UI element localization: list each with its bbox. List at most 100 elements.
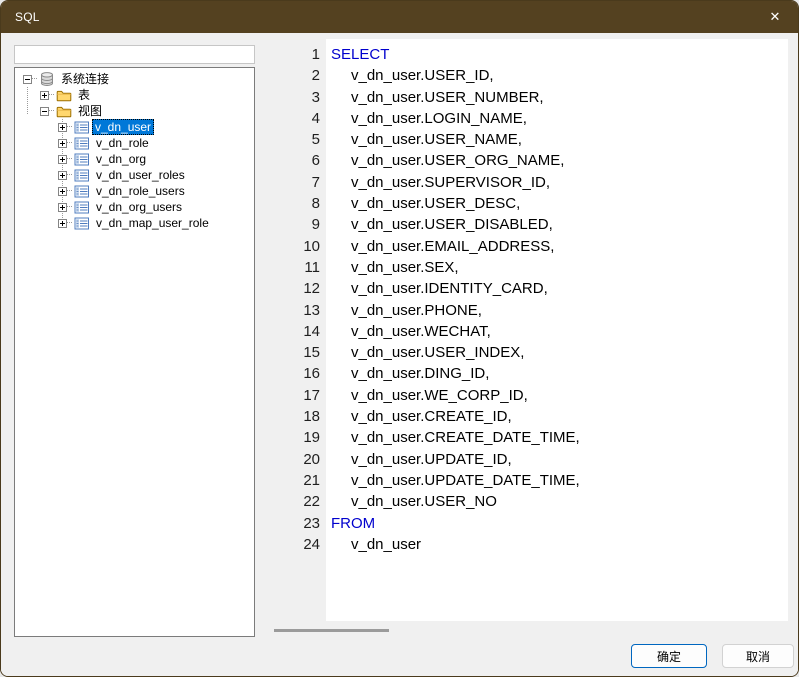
tree-item[interactable]: v_dn_user bbox=[15, 119, 254, 135]
code-line[interactable]: 10v_dn_user.EMAIL_ADDRESS, bbox=[259, 236, 788, 257]
code-line[interactable]: 15v_dn_user.USER_INDEX, bbox=[259, 342, 788, 363]
code-line[interactable]: 3v_dn_user.USER_NUMBER, bbox=[259, 87, 788, 108]
code-line[interactable]: 12v_dn_user.IDENTITY_CARD, bbox=[259, 278, 788, 299]
code-text: v_dn_user.USER_INDEX, bbox=[326, 342, 524, 363]
code-line[interactable]: 23FROM bbox=[259, 513, 788, 534]
code-line[interactable]: 17v_dn_user.WE_CORP_ID, bbox=[259, 385, 788, 406]
expand-icon[interactable] bbox=[58, 139, 67, 148]
code-line[interactable]: 9v_dn_user.USER_DISABLED, bbox=[259, 214, 788, 235]
line-number: 16 bbox=[259, 363, 326, 384]
tree-item-label[interactable]: v_dn_org_users bbox=[93, 200, 185, 214]
code-text: v_dn_user.WE_CORP_ID, bbox=[326, 385, 528, 406]
code-text: v_dn_user.WECHAT, bbox=[326, 321, 491, 342]
tree-item-label[interactable]: v_dn_org bbox=[93, 152, 149, 166]
collapse-icon[interactable] bbox=[23, 75, 32, 84]
vertical-scrollbar[interactable] bbox=[788, 39, 798, 621]
database-icon bbox=[38, 71, 55, 87]
database-tree-panel[interactable]: 系统连接表视图v_dn_userv_dn_role v_dn_org v_dn_us… bbox=[14, 67, 255, 637]
tree-connector bbox=[32, 78, 37, 80]
tree-item[interactable]: 系统连接 bbox=[15, 71, 254, 87]
code-text: v_dn_user.CREATE_ID, bbox=[326, 406, 512, 427]
code-text: v_dn_user.USER_ORG_NAME, bbox=[326, 150, 564, 171]
code-line[interactable]: 24v_dn_user bbox=[259, 534, 788, 555]
tree-item-label[interactable]: v_dn_user bbox=[92, 119, 154, 135]
expand-icon[interactable] bbox=[58, 155, 67, 164]
window-title: SQL bbox=[1, 10, 40, 24]
tree-item-label[interactable]: 视图 bbox=[75, 104, 105, 118]
code-line[interactable]: 19v_dn_user.CREATE_DATE_TIME, bbox=[259, 427, 788, 448]
code-line[interactable]: 16v_dn_user.DING_ID, bbox=[259, 363, 788, 384]
code-line[interactable]: 21v_dn_user.UPDATE_DATE_TIME, bbox=[259, 470, 788, 491]
view-icon bbox=[73, 135, 90, 151]
tree-item[interactable]: v_dn_role_users bbox=[15, 183, 254, 199]
tree-item[interactable]: 视图 bbox=[15, 103, 254, 119]
code-text: v_dn_user.IDENTITY_CARD, bbox=[326, 278, 548, 299]
code-line[interactable]: 11v_dn_user.SEX, bbox=[259, 257, 788, 278]
code-line[interactable]: 5v_dn_user.USER_NAME, bbox=[259, 129, 788, 150]
collapse-icon[interactable] bbox=[40, 107, 49, 116]
tree-item[interactable]: 表 bbox=[15, 87, 254, 103]
code-text: v_dn_user.USER_NO bbox=[326, 491, 497, 512]
code-line[interactable]: 2v_dn_user.USER_ID, bbox=[259, 65, 788, 86]
code-line[interactable]: 7v_dn_user.SUPERVISOR_ID, bbox=[259, 172, 788, 193]
tree-item-label[interactable]: v_dn_role bbox=[93, 136, 152, 150]
tree-connector bbox=[67, 222, 72, 224]
code-line[interactable]: 18v_dn_user.CREATE_ID, bbox=[259, 406, 788, 427]
expand-icon[interactable] bbox=[58, 171, 67, 180]
expand-icon[interactable] bbox=[58, 219, 67, 228]
code-line[interactable]: 13v_dn_user.PHONE, bbox=[259, 300, 788, 321]
code-line[interactable]: 20v_dn_user.UPDATE_ID, bbox=[259, 449, 788, 470]
sql-editor[interactable]: 1SELECT2v_dn_user.USER_ID,3v_dn_user.USE… bbox=[259, 39, 798, 641]
tree-item-label[interactable]: 系统连接 bbox=[58, 72, 112, 86]
view-icon bbox=[73, 199, 90, 215]
code-line[interactable]: 8v_dn_user.USER_DESC, bbox=[259, 193, 788, 214]
code-text: v_dn_user bbox=[326, 534, 421, 555]
titlebar[interactable]: SQL ✕ bbox=[1, 1, 798, 33]
line-number: 19 bbox=[259, 427, 326, 448]
horizontal-scrollbar-thumb[interactable] bbox=[274, 629, 389, 632]
tree-item[interactable]: v_dn_map_user_role bbox=[15, 215, 254, 231]
tree-connector bbox=[67, 158, 72, 160]
expand-icon[interactable] bbox=[40, 91, 49, 100]
tree-item-label[interactable]: v_dn_role_users bbox=[93, 184, 188, 198]
code-text: v_dn_user.SUPERVISOR_ID, bbox=[326, 172, 550, 193]
tree-item-label[interactable]: v_dn_map_user_role bbox=[93, 216, 212, 230]
expand-icon[interactable] bbox=[58, 123, 67, 132]
line-number: 7 bbox=[259, 172, 326, 193]
tree-item[interactable]: v_dn_role bbox=[15, 135, 254, 151]
expand-icon[interactable] bbox=[58, 203, 67, 212]
tree-item[interactable]: v_dn_user_roles bbox=[15, 167, 254, 183]
code-line[interactable]: 22v_dn_user.USER_NO bbox=[259, 491, 788, 512]
tree-item-label[interactable]: 表 bbox=[75, 88, 93, 102]
tree-item[interactable]: v_dn_org_users bbox=[15, 199, 254, 215]
line-number: 4 bbox=[259, 108, 326, 129]
tree-connector bbox=[49, 110, 54, 112]
tree-connector bbox=[49, 94, 54, 96]
code-line[interactable]: 4v_dn_user.LOGIN_NAME, bbox=[259, 108, 788, 129]
code-text: v_dn_user.EMAIL_ADDRESS, bbox=[326, 236, 554, 257]
line-number: 9 bbox=[259, 214, 326, 235]
code-text: v_dn_user.USER_NAME, bbox=[326, 129, 522, 150]
folder-icon bbox=[55, 103, 72, 119]
cancel-button[interactable]: 取消 bbox=[722, 644, 794, 668]
tree-connector bbox=[67, 142, 72, 144]
ok-button[interactable]: 确定 bbox=[631, 644, 707, 668]
line-number: 8 bbox=[259, 193, 326, 214]
code-line[interactable]: 6v_dn_user.USER_ORG_NAME, bbox=[259, 150, 788, 171]
code-text: v_dn_user.CREATE_DATE_TIME, bbox=[326, 427, 580, 448]
line-number: 13 bbox=[259, 300, 326, 321]
code-line[interactable]: 1SELECT bbox=[259, 44, 788, 65]
tree-item[interactable]: v_dn_org bbox=[15, 151, 254, 167]
horizontal-scrollbar[interactable] bbox=[259, 621, 798, 641]
line-number: 18 bbox=[259, 406, 326, 427]
close-button[interactable]: ✕ bbox=[752, 1, 798, 33]
tree-connector bbox=[67, 190, 72, 192]
line-number: 1 bbox=[259, 44, 326, 65]
code-line[interactable]: 14v_dn_user.WECHAT, bbox=[259, 321, 788, 342]
tree-filter-input[interactable] bbox=[14, 45, 255, 64]
code-text: v_dn_user.SEX, bbox=[326, 257, 459, 278]
tree-item-label[interactable]: v_dn_user_roles bbox=[93, 168, 188, 182]
line-number: 15 bbox=[259, 342, 326, 363]
line-number: 10 bbox=[259, 236, 326, 257]
expand-icon[interactable] bbox=[58, 187, 67, 196]
